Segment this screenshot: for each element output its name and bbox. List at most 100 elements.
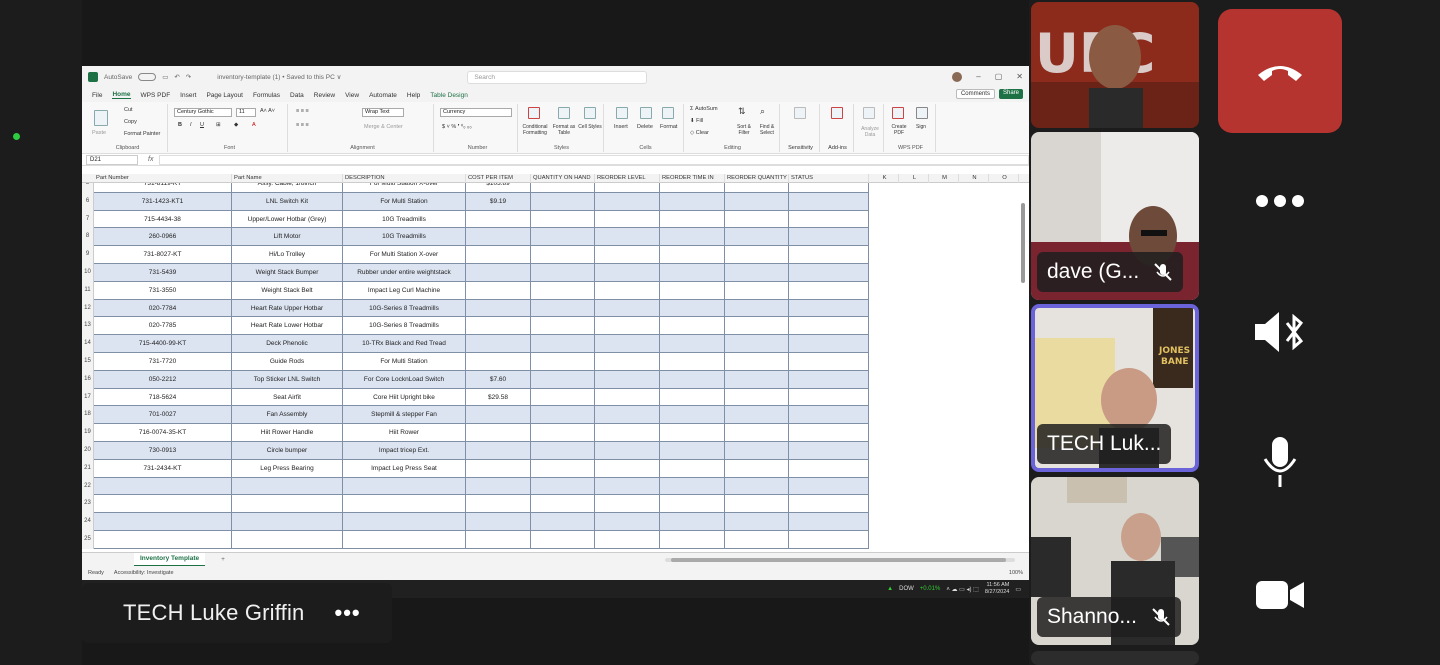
underline-icon[interactable]: U <box>200 122 204 128</box>
name-box[interactable]: D21 <box>86 154 138 165</box>
sensitivity-icon[interactable] <box>794 107 806 119</box>
table-cell[interactable] <box>789 183 869 193</box>
table-cell[interactable] <box>725 281 789 300</box>
cell-part-name[interactable] <box>232 477 343 496</box>
cell-part-number[interactable]: 731-7720 <box>94 353 232 371</box>
table-cell[interactable] <box>789 264 869 282</box>
cell-description[interactable]: For Multi Station X-over <box>343 183 466 193</box>
header-part-number[interactable]: Part Number <box>94 174 232 183</box>
cell-cost[interactable] <box>466 513 531 531</box>
row-number[interactable]: 25 <box>82 531 94 549</box>
cell-part-name[interactable]: Hi/Lo Trolley <box>232 246 343 264</box>
row-number[interactable]: 21 <box>82 459 94 478</box>
cell-part-name[interactable]: Weight Stack Belt <box>232 281 343 300</box>
column-l[interactable]: L <box>899 174 929 183</box>
cell-part-number[interactable]: 731-5439 <box>94 264 232 282</box>
table-cell[interactable] <box>725 442 789 460</box>
cell-cost[interactable] <box>466 531 531 549</box>
table-cell[interactable] <box>660 459 725 478</box>
table-cell[interactable] <box>531 388 595 407</box>
table-cell[interactable] <box>725 228 789 247</box>
cell-part-number[interactable]: 260-0966 <box>94 228 232 247</box>
vertical-align-icons[interactable]: ≡ ≡ ≡ <box>296 108 309 114</box>
tab-file[interactable]: File <box>92 92 102 99</box>
participant-tile-5[interactable] <box>1031 651 1199 665</box>
cut-button[interactable]: Cut <box>124 107 133 113</box>
more-options-button[interactable]: ••• <box>335 600 361 626</box>
bold-icon[interactable]: B <box>178 122 182 128</box>
table-cell[interactable] <box>789 299 869 318</box>
cell-cost[interactable]: $103.89 <box>466 183 531 193</box>
participant-tile-1[interactable]: UFC <box>1031 2 1199 128</box>
cell-part-name[interactable] <box>232 531 343 549</box>
create-pdf-icon[interactable] <box>892 107 904 119</box>
table-cell[interactable] <box>660 388 725 407</box>
table-cell[interactable] <box>660 370 725 389</box>
row-number[interactable]: 20 <box>82 442 94 460</box>
table-cell[interactable] <box>531 281 595 300</box>
table-cell[interactable] <box>595 477 660 496</box>
fill-color-icon[interactable]: ◆ <box>234 122 238 128</box>
table-cell[interactable] <box>595 228 660 247</box>
header-cost-per-item[interactable]: COST PER ITEM <box>466 174 531 183</box>
tab-data[interactable]: Data <box>290 92 304 99</box>
table-cell[interactable] <box>725 192 789 211</box>
cell-part-name[interactable]: Leg Press Bearing <box>232 459 343 478</box>
table-cell[interactable] <box>660 299 725 318</box>
table-cell[interactable] <box>531 459 595 478</box>
table-cell[interactable] <box>531 353 595 371</box>
vertical-scrollbar[interactable] <box>1021 183 1025 543</box>
table-cell[interactable] <box>725 459 789 478</box>
save-icon[interactable]: ▭ <box>162 73 168 81</box>
add-sheet-button[interactable]: + <box>221 556 225 563</box>
table-cell[interactable] <box>660 442 725 460</box>
vertical-scroll-thumb[interactable] <box>1021 203 1025 283</box>
table-cell[interactable] <box>595 299 660 318</box>
cell-styles-icon[interactable] <box>584 107 596 119</box>
header-description[interactable]: DESCRIPTION <box>343 174 466 183</box>
insert-label[interactable]: Insert <box>614 124 628 130</box>
participant-tile-shannon[interactable]: Shanno... <box>1031 477 1199 645</box>
cell-part-number[interactable]: 715-4400-99-KT <box>94 335 232 353</box>
analyze-data-label[interactable]: Analyze Data <box>858 126 882 138</box>
format-as-table-icon[interactable] <box>558 107 570 119</box>
close-icon[interactable]: ✕ <box>1016 72 1023 82</box>
cell-description[interactable]: Impact Leg Curl Machine <box>343 281 466 300</box>
create-pdf-label[interactable]: Create PDF <box>888 124 910 136</box>
cell-part-number[interactable]: 020-7784 <box>94 299 232 318</box>
table-cell[interactable] <box>595 183 660 193</box>
cell-description[interactable]: For Core LocknLoad Switch <box>343 370 466 389</box>
table-cell[interactable] <box>531 183 595 193</box>
table-cell[interactable] <box>789 442 869 460</box>
tab-insert[interactable]: Insert <box>180 92 196 99</box>
cell-part-number[interactable]: 718-5624 <box>94 388 232 407</box>
table-cell[interactable] <box>595 353 660 371</box>
row-number[interactable]: 5 <box>82 183 94 193</box>
cell-cost[interactable] <box>466 335 531 353</box>
table-cell[interactable] <box>660 424 725 442</box>
cell-part-name[interactable]: Deck Phenolic <box>232 335 343 353</box>
row-number[interactable]: 16 <box>82 370 94 389</box>
stock-ticker[interactable]: DOW <box>899 586 914 592</box>
row-number[interactable]: 19 <box>82 424 94 442</box>
share-button[interactable]: Share <box>998 89 1023 99</box>
row-number[interactable]: 10 <box>82 264 94 282</box>
cell-part-number[interactable]: 731-3550 <box>94 281 232 300</box>
table-cell[interactable] <box>595 370 660 389</box>
more-button[interactable] <box>1240 171 1320 231</box>
cell-description[interactable]: Core Hiit Upright bike <box>343 388 466 407</box>
cell-part-number[interactable]: 731-1423-KT1 <box>94 192 232 211</box>
table-cell[interactable] <box>595 513 660 531</box>
table-cell[interactable] <box>531 406 595 425</box>
cell-description[interactable]: 10G-Series 8 Treadmills <box>343 299 466 318</box>
user-avatar[interactable] <box>952 72 963 82</box>
table-cell[interactable] <box>531 370 595 389</box>
cell-cost[interactable] <box>466 459 531 478</box>
format-as-table-label[interactable]: Format as Table <box>552 124 576 136</box>
row-number[interactable]: 13 <box>82 317 94 336</box>
row-number[interactable]: 22 <box>82 477 94 496</box>
table-cell[interactable] <box>660 183 725 193</box>
document-title[interactable]: inventory-template (1) • Saved to this P… <box>217 73 341 81</box>
row-number[interactable]: 6 <box>82 192 94 211</box>
table-cell[interactable] <box>595 264 660 282</box>
